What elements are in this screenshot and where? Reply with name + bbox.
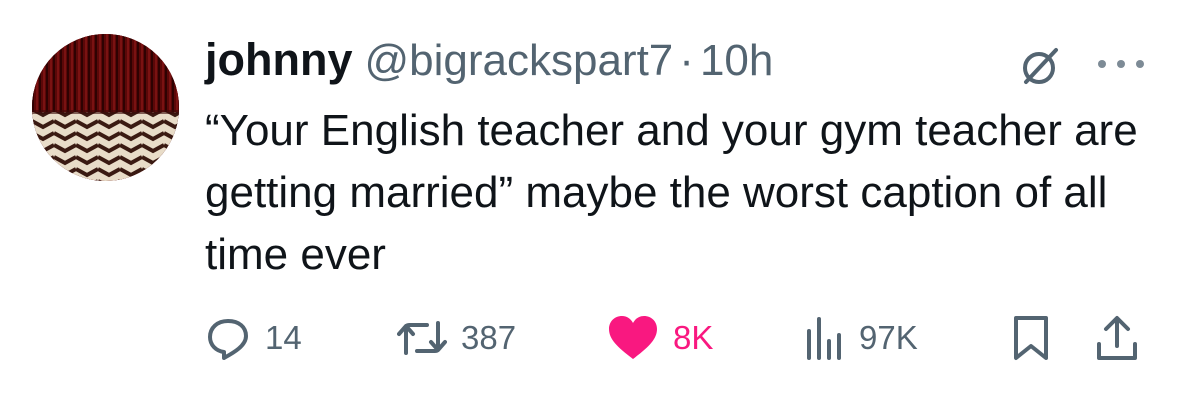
speech-bubble-icon [208,319,248,360]
bookmark-button[interactable] [1011,312,1051,364]
heart-filled-icon [609,316,657,359]
like-button[interactable]: 8K [607,312,713,364]
reply-button[interactable]: 14 [205,312,302,364]
tweet[interactable]: johnny @bigrackspart7 · 10h “Your Englis… [0,0,1179,402]
separator-dot: · [679,36,694,85]
author-name[interactable]: johnny [205,34,352,86]
bar-chart-icon [807,317,841,360]
retweet-arrows-icon [397,321,447,355]
tweet-text: “Your English teacher and your gym teach… [205,106,1138,279]
retweet-count: 387 [461,319,517,356]
action-bar: 14 387 8K 97K [205,312,1155,364]
more-dots-icon[interactable] [1098,44,1144,84]
timestamp[interactable]: 10h [700,36,773,86]
share-upload-icon [1097,316,1137,360]
grok-slash-icon[interactable] [1018,44,1062,88]
retweet-button[interactable]: 387 [397,312,516,364]
reply-count: 14 [265,319,302,356]
views-button[interactable]: 97K [805,312,918,364]
views-count: 97K [859,319,918,356]
tweet-header: johnny @bigrackspart7 · 10h [205,34,773,90]
share-button[interactable] [1095,312,1139,364]
bookmark-icon [1014,316,1048,360]
like-count: 8K [673,319,714,356]
avatar[interactable] [32,34,179,181]
author-handle[interactable]: @bigrackspart7 [364,36,673,86]
